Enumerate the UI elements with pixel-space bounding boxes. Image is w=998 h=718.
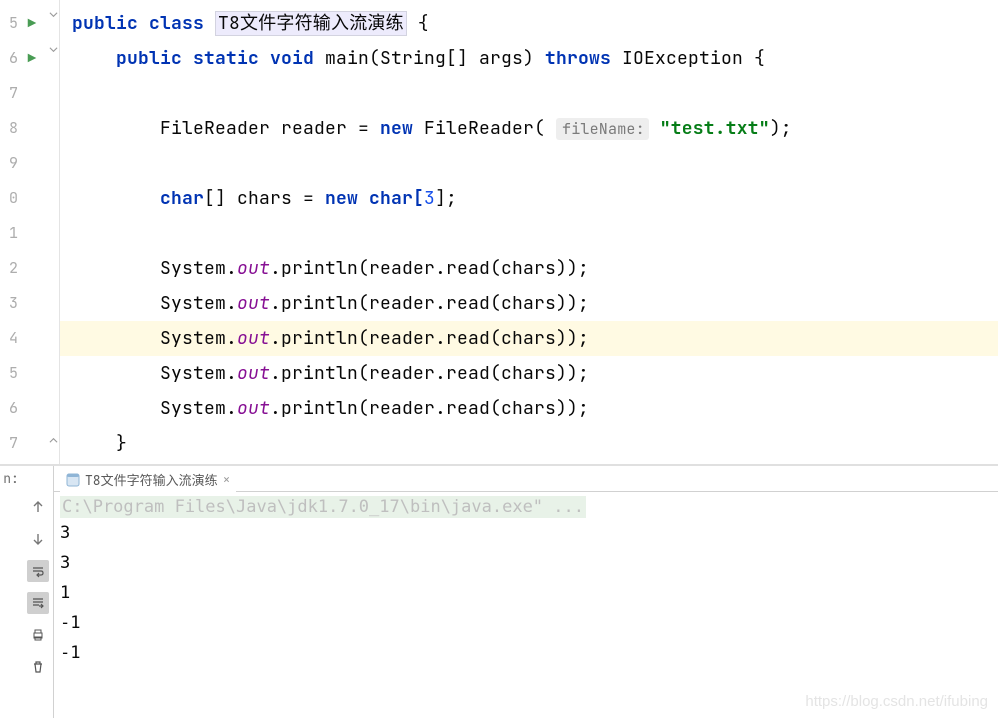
line-number: 5: [0, 6, 18, 41]
line-number: 7: [0, 76, 18, 111]
arrow-down-icon[interactable]: [27, 528, 49, 550]
fold-toggle-icon[interactable]: [49, 45, 58, 54]
code-line[interactable]: [60, 216, 998, 251]
line-number: 5: [0, 356, 18, 391]
panel-toolbar: [22, 466, 54, 718]
console: T8文件字符输入流演练 × C:\Program Files\Java\jdk1…: [54, 466, 998, 718]
gutter-cell: [18, 251, 46, 286]
console-output-line: 1: [60, 578, 992, 608]
line-number: 0: [0, 181, 18, 216]
run-gutter-icon[interactable]: ▶: [18, 6, 46, 41]
code-line[interactable]: System.out.println(reader.read(chars));: [60, 356, 998, 391]
scroll-to-end-icon[interactable]: [27, 592, 49, 614]
console-output-line: -1: [60, 638, 992, 668]
code-line[interactable]: char[] chars = new char[3];: [60, 181, 998, 216]
console-tab-label: T8文件字符输入流演练: [85, 470, 218, 489]
line-number: 2: [0, 251, 18, 286]
gutter-cell: [18, 146, 46, 181]
gutter-cell: [18, 426, 46, 461]
watermark: https://blog.csdn.net/ifubing: [805, 693, 988, 710]
code-line[interactable]: public static void main(String[] args) t…: [60, 41, 998, 76]
code-line[interactable]: FileReader reader = new FileReader( file…: [60, 111, 998, 146]
trash-icon[interactable]: [27, 656, 49, 678]
code-line[interactable]: [60, 76, 998, 111]
gutter-cell: [18, 181, 46, 216]
line-number: 9: [0, 146, 18, 181]
line-number: 3: [0, 286, 18, 321]
soft-wrap-icon[interactable]: [27, 560, 49, 582]
run-gutter-icon[interactable]: ▶: [18, 41, 46, 76]
command-line: C:\Program Files\Java\jdk1.7.0_17\bin\ja…: [60, 496, 586, 518]
console-output-line: 3: [60, 518, 992, 548]
code-area[interactable]: public class T8文件字符输入流演练 { public static…: [60, 0, 998, 464]
line-number-gutter: 5678901234567: [0, 0, 18, 464]
code-line[interactable]: [60, 146, 998, 181]
line-number: 6: [0, 41, 18, 76]
console-output-line: -1: [60, 608, 992, 638]
gutter-cell: [18, 391, 46, 426]
line-number: 6: [0, 391, 18, 426]
code-line[interactable]: System.out.println(reader.read(chars));: [60, 391, 998, 426]
run-tool-panel: n: T8文件字符输入流演练 × C:\Program Files\Java\j…: [0, 466, 998, 718]
console-tab-row: T8文件字符输入流演练 ×: [54, 466, 998, 492]
console-output-line: 3: [60, 548, 992, 578]
gutter-cell: [18, 321, 46, 356]
fold-gutter: [46, 0, 60, 464]
fold-toggle-icon[interactable]: [49, 10, 58, 19]
gutter-cell: [18, 286, 46, 321]
gutter-cell: [18, 76, 46, 111]
panel-label: n:: [0, 466, 22, 718]
line-number: 4: [0, 321, 18, 356]
code-line[interactable]: System.out.println(reader.read(chars));: [60, 286, 998, 321]
line-number: 8: [0, 111, 18, 146]
code-line[interactable]: }: [60, 426, 998, 461]
arrow-up-icon[interactable]: [27, 496, 49, 518]
print-icon[interactable]: [27, 624, 49, 646]
gutter-cell: [18, 111, 46, 146]
editor-area: 5678901234567 ▶▶ public class T8文件字符输入流演…: [0, 0, 998, 464]
close-icon[interactable]: ×: [223, 471, 231, 488]
run-config-icon: [66, 473, 80, 487]
console-tab[interactable]: T8文件字符输入流演练 ×: [60, 467, 236, 492]
fold-end-icon[interactable]: [49, 436, 58, 445]
gutter-cell: [18, 216, 46, 251]
line-number: 1: [0, 216, 18, 251]
run-gutter: ▶▶: [18, 0, 46, 464]
gutter-cell: [18, 356, 46, 391]
code-line[interactable]: public class T8文件字符输入流演练 {: [60, 6, 998, 41]
line-number: 7: [0, 426, 18, 461]
code-line[interactable]: System.out.println(reader.read(chars));: [60, 321, 998, 356]
code-line[interactable]: System.out.println(reader.read(chars));: [60, 251, 998, 286]
console-output[interactable]: C:\Program Files\Java\jdk1.7.0_17\bin\ja…: [54, 492, 998, 718]
